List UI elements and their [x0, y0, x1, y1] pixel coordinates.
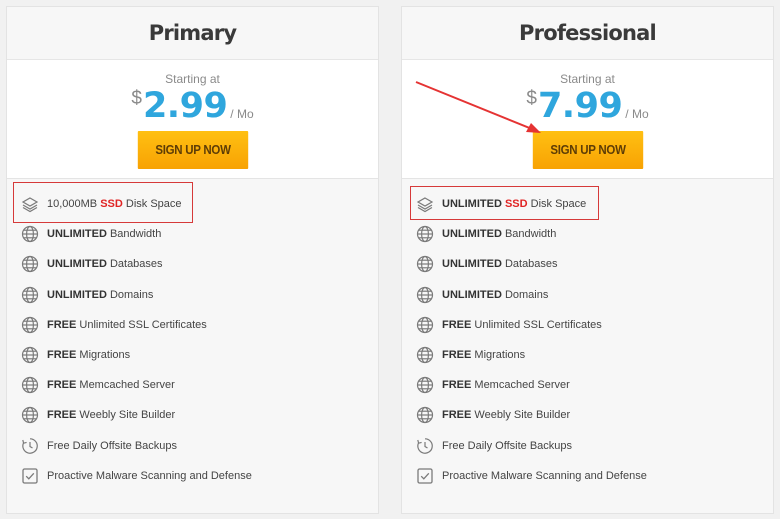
feature-text: Unlimited SSL Certificates	[471, 318, 602, 331]
globe-icon	[416, 225, 434, 243]
price-box: Starting at $ 7.99 / Mo SIGN UP NOW	[402, 60, 773, 179]
feature-text: Databases	[501, 258, 558, 271]
feature-item: UNLIMITED Domains	[416, 284, 548, 306]
globe-icon	[416, 255, 434, 273]
feature-item: Free Daily Offsite Backups	[416, 435, 572, 457]
price-box: Starting at $ 2.99 / Mo SIGN UP NOW	[7, 60, 378, 179]
feature-text: Proactive Malware Scanning and Defense	[442, 469, 647, 482]
feature-item: UNLIMITED Databases	[416, 253, 558, 275]
price: $ 7.99 / Mo	[402, 86, 773, 126]
plan-title: Primary	[148, 21, 237, 45]
feature-text: Proactive Malware Scanning and Defense	[47, 469, 252, 482]
starting-at-label: Starting at	[560, 72, 615, 86]
feature-emphasis: UNLIMITED	[47, 258, 107, 271]
feature-item: FREE Weebly Site Builder	[416, 404, 570, 426]
feature-item: FREE Memcached Server	[416, 374, 570, 396]
plan-card-professional: Professional Starting at $ 7.99 / Mo SIG…	[401, 6, 774, 514]
feature-emphasis: FREE	[47, 349, 77, 361]
globe-icon	[416, 406, 434, 424]
price-amount: 7.99	[537, 86, 623, 126]
feature-emphasis: UNLIMITED	[442, 228, 502, 241]
layers-icon	[21, 195, 39, 213]
layers-icon	[416, 195, 434, 213]
feature-emphasis: UNLIMITED	[442, 258, 502, 271]
feature-emphasis: FREE	[442, 318, 472, 331]
feature-item: FREE Unlimited SSL Certificates	[21, 314, 207, 336]
feature-item: 10,000MB SSD Disk Space	[21, 193, 182, 215]
feature-item: UNLIMITED SSD Disk Space	[416, 193, 586, 215]
plan-card-primary: Primary Starting at $ 2.99 / Mo SIGN UP …	[6, 6, 379, 514]
feature-emphasis: UNLIMITED	[47, 228, 107, 241]
feature-item: UNLIMITED Bandwidth	[21, 223, 161, 245]
feature-text: Free Daily Offsite Backups	[442, 439, 573, 452]
globe-icon	[416, 316, 434, 334]
price-period: / Mo	[625, 107, 649, 121]
price-amount: 2.99	[142, 86, 228, 126]
globe-icon	[416, 376, 434, 394]
feature-item: UNLIMITED Bandwidth	[416, 223, 556, 245]
feature-text: Weebly Site Builder	[471, 409, 571, 422]
currency-symbol: $	[131, 88, 142, 109]
globe-icon	[416, 346, 434, 364]
feature-emphasis: FREE	[47, 409, 77, 422]
feature-text: Migrations	[76, 349, 131, 361]
feature-text: Databases	[106, 258, 163, 271]
ssd-label: SSD	[100, 198, 123, 210]
feature-item: FREE Memcached Server	[21, 374, 175, 396]
feature-emphasis: FREE	[442, 349, 472, 361]
sign-up-button[interactable]: SIGN UP NOW	[137, 131, 249, 169]
feature-text: Unlimited SSL Certificates	[76, 318, 207, 331]
feature-item: UNLIMITED Databases	[21, 253, 163, 275]
feature-text: Bandwidth	[106, 228, 162, 241]
feature-text: Memcached Server	[76, 379, 175, 392]
globe-icon	[416, 286, 434, 304]
plan-header: Primary	[7, 7, 378, 60]
ssd-label: SSD	[504, 198, 528, 210]
checkbox-icon	[21, 467, 39, 485]
globe-icon	[21, 255, 39, 273]
feature-emphasis: FREE	[47, 379, 77, 392]
feature-text: Migrations	[471, 349, 526, 361]
feature-emphasis: UNLIMITED	[47, 288, 107, 301]
plan-title: Professional	[519, 21, 657, 45]
starting-at-label: Starting at	[165, 72, 220, 86]
feature-emphasis: UNLIMITED	[442, 198, 502, 210]
feature-text: Domains	[501, 288, 549, 301]
price: $ 2.99 / Mo	[7, 86, 378, 126]
globe-icon	[21, 376, 39, 394]
feature-item: Proactive Malware Scanning and Defense	[416, 465, 647, 487]
backup-clock-icon	[416, 437, 434, 455]
feature-emphasis: FREE	[442, 379, 472, 392]
feature-item: FREE Migrations	[21, 344, 130, 366]
backup-clock-icon	[21, 437, 39, 455]
feature-item: UNLIMITED Domains	[21, 284, 153, 306]
checkbox-icon	[416, 467, 434, 485]
globe-icon	[21, 406, 39, 424]
feature-item: FREE Unlimited SSL Certificates	[416, 314, 602, 336]
feature-item: FREE Migrations	[416, 344, 525, 366]
feature-item: FREE Weebly Site Builder	[21, 404, 175, 426]
feature-text: Domains	[106, 288, 154, 301]
globe-icon	[21, 316, 39, 334]
globe-icon	[21, 346, 39, 364]
feature-item: Proactive Malware Scanning and Defense	[21, 465, 252, 487]
feature-text: Disk Space	[527, 198, 587, 210]
feature-emphasis: UNLIMITED	[442, 288, 502, 301]
sign-up-button[interactable]: SIGN UP NOW	[532, 131, 644, 169]
globe-icon	[21, 286, 39, 304]
price-period: / Mo	[230, 107, 254, 121]
plan-header: Professional	[402, 7, 773, 60]
feature-text: Free Daily Offsite Backups	[47, 439, 178, 452]
feature-text: Weebly Site Builder	[76, 409, 176, 422]
globe-icon	[21, 225, 39, 243]
feature-emphasis: FREE	[47, 318, 77, 331]
feature-emphasis: FREE	[442, 409, 472, 422]
feature-text: Memcached Server	[471, 379, 570, 392]
feature-text: Bandwidth	[501, 228, 557, 241]
feature-item: Free Daily Offsite Backups	[21, 435, 177, 457]
feature-text: Disk Space	[122, 198, 182, 210]
currency-symbol: $	[526, 88, 537, 109]
feature-text: 10,000MB	[47, 198, 101, 210]
